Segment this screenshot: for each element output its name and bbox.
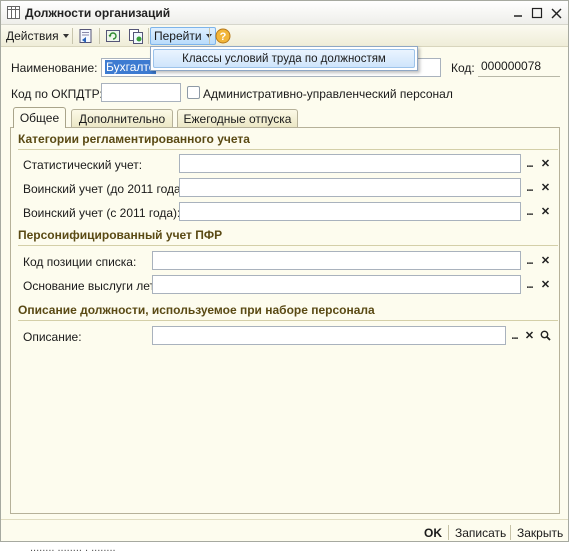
actions-menu-button[interactable]: Действия (6, 27, 69, 45)
title-bar[interactable]: Должности организаций (1, 1, 568, 25)
seniority-basis-select-button[interactable]: ... (523, 276, 536, 293)
section-pfr: Персонифицированный учет ПФР (18, 228, 558, 246)
toolbar: Действия Перейти ? (1, 25, 568, 47)
tab-general[interactable]: Общее (13, 107, 66, 128)
help-icon[interactable]: ? (215, 28, 231, 44)
clear-icon: ✕ (540, 182, 551, 194)
description-select-button[interactable]: ... (508, 327, 521, 344)
section-title: Категории регламентированного учета (18, 132, 250, 146)
military-since-2011-label: Воинский учет (с 2011 года): (23, 206, 181, 220)
name-value: Бухгалте (105, 60, 157, 74)
toolbar-divider (148, 28, 149, 44)
close-icon (551, 8, 561, 18)
copy-icon[interactable] (128, 28, 144, 44)
toolbar-divider (99, 28, 100, 44)
military-before-2011-clear-button[interactable]: ✕ (539, 179, 552, 196)
window-title: Должности организаций (25, 6, 171, 20)
table-icon (7, 6, 20, 19)
clear-icon: ✕ (540, 158, 551, 170)
goto-dropdown-menu: Классы условий труда по должностям (150, 46, 418, 71)
tab-additional[interactable]: Дополнительно (71, 109, 173, 127)
military-before-2011-field[interactable] (179, 178, 521, 197)
statistical-label: Статистический учет: (23, 158, 143, 172)
save-and-close-icon[interactable] (78, 28, 94, 44)
minimize-button[interactable] (509, 4, 527, 22)
clear-icon: ✕ (540, 206, 551, 218)
list-position-code-clear-button[interactable]: ✕ (539, 252, 552, 269)
admin-personnel-checkbox[interactable] (187, 86, 200, 99)
military-since-2011-select-button[interactable]: ... (523, 203, 536, 220)
code-value: 000000078 (478, 57, 560, 77)
magnifier-icon (540, 330, 551, 341)
clear-icon: ✕ (540, 279, 551, 291)
section-title: Персонифицированный учет ПФР (18, 228, 223, 242)
military-before-2011-label: Воинский учет (до 2011 года): (23, 182, 189, 196)
close-window-button[interactable] (547, 4, 565, 22)
okpdtr-field[interactable] (101, 83, 181, 102)
section-job-description: Описание должности, используемое при наб… (18, 303, 558, 321)
statistical-field[interactable] (179, 154, 521, 173)
maximize-button[interactable] (528, 4, 546, 22)
section-title: Описание должности, используемое при наб… (18, 303, 375, 317)
okpdtr-label: Код по ОКПДТР: (11, 87, 103, 101)
chevron-down-icon (62, 34, 69, 38)
ok-button[interactable]: OK (424, 526, 442, 540)
toolbar-divider (209, 28, 210, 44)
footer-divider (510, 525, 511, 540)
goto-label: Перейти (154, 29, 202, 43)
reread-icon[interactable] (105, 28, 121, 44)
footer-bar: OK Записать Закрыть (1, 519, 568, 543)
description-open-button[interactable] (539, 327, 552, 344)
admin-personnel-label: Административно-управленческий персонал (203, 87, 453, 101)
menu-item-working-conditions[interactable]: Классы условий труда по должностям (153, 49, 415, 68)
clear-icon: ✕ (524, 330, 535, 342)
maximize-icon (531, 7, 543, 19)
description-label: Описание: (23, 330, 82, 344)
military-before-2011-select-button[interactable]: ... (523, 179, 536, 196)
military-since-2011-clear-button[interactable]: ✕ (539, 203, 552, 220)
form-window: Должности организаций Действия Перейти ?… (0, 0, 569, 542)
close-button[interactable]: Закрыть (517, 526, 563, 540)
tab-annual-leave[interactable]: Ежегодные отпуска (177, 109, 298, 127)
minimize-icon (514, 15, 522, 17)
footer-divider (448, 525, 449, 540)
list-position-code-label: Код позиции списка: (23, 255, 137, 269)
military-since-2011-field[interactable] (179, 202, 521, 221)
code-label: Код: (451, 61, 475, 75)
seniority-basis-clear-button[interactable]: ✕ (539, 276, 552, 293)
svg-text:?: ? (220, 31, 227, 43)
name-label: Наименование: (11, 61, 98, 75)
actions-label: Действия (6, 29, 59, 43)
description-clear-button[interactable]: ✕ (523, 327, 536, 344)
save-button[interactable]: Записать (455, 526, 506, 540)
description-field[interactable] (152, 326, 506, 345)
seniority-basis-label: Основание выслуги лет: (23, 279, 159, 293)
list-position-code-field[interactable] (152, 251, 521, 270)
section-regulated-accounting: Категории регламентированного учета (18, 132, 558, 150)
background-window-text: ........ ........ . ........ (30, 542, 116, 554)
goto-menu-button[interactable]: Перейти (150, 27, 216, 45)
seniority-basis-field[interactable] (152, 275, 521, 294)
list-position-code-select-button[interactable]: ... (523, 252, 536, 269)
toolbar-divider (72, 28, 73, 44)
clear-icon: ✕ (540, 255, 551, 267)
statistical-select-button[interactable]: ... (523, 155, 536, 172)
statistical-clear-button[interactable]: ✕ (539, 155, 552, 172)
